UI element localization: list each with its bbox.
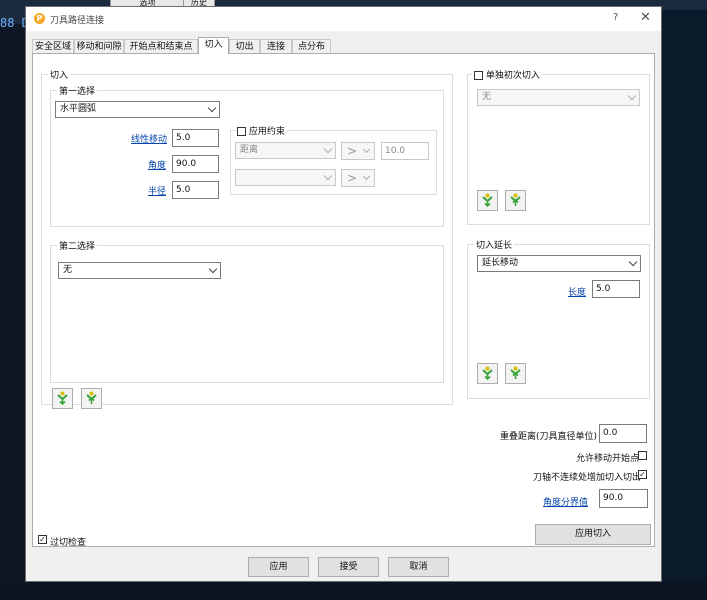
angle-label[interactable]: 角度 — [148, 158, 166, 171]
length-input[interactable]: 5.0 — [592, 280, 640, 298]
linear-move-input[interactable]: 5.0 — [172, 129, 219, 147]
chevron-down-icon — [208, 264, 218, 274]
extension-type-value: 延长移动 — [482, 258, 519, 268]
swap-down-icon — [57, 391, 68, 406]
allow-move-start-checkbox[interactable] — [638, 451, 647, 460]
leadin-group-title: 切入 — [48, 68, 71, 81]
chevron-down-icon — [362, 172, 371, 181]
angle-input[interactable]: 90.0 — [172, 155, 219, 173]
constraint-header: 应用约束 — [235, 124, 287, 137]
constraint-group: 应用约束 距离 > 10.0 > — [230, 124, 437, 195]
constraint-operator-select[interactable]: > — [341, 142, 375, 160]
constraint-type-value: 距离 — [240, 145, 259, 155]
swap-up-button[interactable] — [81, 388, 102, 409]
separate-first-header: 单独初次切入 — [472, 68, 542, 81]
background-status-text: 88 DD — [0, 16, 26, 30]
help-button[interactable]: ? — [613, 12, 618, 23]
constraint-value-input[interactable]: 10.0 — [381, 142, 429, 160]
first-choice-title: 第一选择 — [57, 84, 98, 97]
separate-first-type-value: 无 — [482, 92, 492, 102]
close-button[interactable]: ✕ — [640, 10, 651, 25]
swap-up-icon — [510, 366, 521, 379]
second-choice-type-value: 无 — [63, 265, 73, 275]
second-choice-type-select[interactable]: 无 — [58, 262, 221, 279]
tab-moves-and-gaps[interactable]: 移动和间隙 — [74, 39, 124, 53]
constraint-type-select[interactable]: 距离 — [235, 142, 336, 159]
chevron-down-icon — [323, 144, 333, 154]
background-bottom — [0, 582, 707, 600]
add-leadin-checkbox[interactable]: ✓ — [638, 470, 647, 479]
allow-move-start-label: 允许移动开始点 — [576, 454, 640, 464]
overlap-distance-label: 重叠距离(刀具直径单位) — [500, 432, 598, 442]
apply-constraint-label: 应用约束 — [248, 127, 285, 137]
operator-value: > — [347, 144, 358, 158]
apply-constraint-checkbox[interactable] — [237, 127, 246, 136]
linear-move-label[interactable]: 线性移动 — [131, 132, 167, 145]
overlap-distance-input[interactable]: 0.0 — [599, 424, 647, 443]
leadin-tab-page: 切入 第一选择 水平圆弧 线性移动 5.0 角度 90.0 半径 5.0 应用约… — [32, 53, 655, 548]
separate-swap-up-button[interactable] — [505, 190, 526, 211]
chevron-down-icon — [627, 91, 637, 101]
swap-up-icon — [510, 193, 521, 206]
tab-start-end-points[interactable]: 开始点和结束点 — [124, 39, 198, 53]
length-label[interactable]: 长度 — [568, 285, 586, 298]
swap-up-icon — [86, 391, 97, 404]
chevron-down-icon — [323, 171, 333, 181]
leadin-extension-title: 切入延长 — [474, 238, 515, 251]
apply-button[interactable]: 应用 — [248, 557, 309, 577]
tab-links[interactable]: 连接 — [260, 39, 292, 53]
cancel-button[interactable]: 取消 — [388, 557, 449, 577]
extension-type-select[interactable]: 延长移动 — [477, 255, 641, 272]
swap-down-icon — [482, 193, 493, 208]
angle-threshold-label[interactable]: 角度分界值 — [543, 495, 588, 508]
tab-leadout[interactable]: 切出 — [229, 39, 260, 53]
extension-swap-down-button[interactable] — [477, 363, 498, 384]
second-choice-title: 第二选择 — [57, 239, 98, 252]
dialog-titlebar: P 刀具路径连接 ? ✕ — [26, 7, 661, 31]
app-logo-icon: P — [34, 13, 45, 24]
dialog-title: 刀具路径连接 — [50, 16, 105, 26]
first-choice-type-value: 水平圆弧 — [60, 104, 97, 114]
first-choice-group: 第一选择 水平圆弧 线性移动 5.0 角度 90.0 半径 5.0 应用约束 距… — [50, 84, 444, 227]
gouge-check-label: 过切检查 — [50, 538, 87, 548]
constraint-type-select-2[interactable] — [235, 169, 336, 186]
background-panel — [662, 10, 707, 600]
add-leadin-label: 刀轴不连续处增加切入切出 — [533, 473, 642, 483]
chevron-down-icon — [362, 145, 371, 154]
swap-down-button[interactable] — [52, 388, 73, 409]
constraint-operator-select-2[interactable]: > — [341, 169, 375, 187]
apply-leadin-button[interactable]: 应用切入 — [535, 524, 651, 545]
second-choice-group: 第二选择 无 — [50, 239, 444, 383]
angle-threshold-input[interactable]: 90.0 — [599, 489, 648, 508]
radius-input[interactable]: 5.0 — [172, 181, 219, 199]
leadin-group: 切入 第一选择 水平圆弧 线性移动 5.0 角度 90.0 半径 5.0 应用约… — [41, 68, 453, 409]
chevron-down-icon — [207, 103, 217, 113]
tab-safe-area[interactable]: 安全区域 — [32, 39, 74, 53]
separate-first-leadin-group: 单独初次切入 无 — [467, 68, 650, 225]
radius-label[interactable]: 半径 — [148, 184, 166, 197]
accept-button[interactable]: 接受 — [318, 557, 379, 577]
separate-first-label: 单独初次切入 — [485, 71, 540, 81]
extension-swap-up-button[interactable] — [505, 363, 526, 384]
separate-swap-down-button[interactable] — [477, 190, 498, 211]
separate-first-type-select[interactable]: 无 — [477, 89, 640, 106]
leadin-extension-group: 切入延长 延长移动 长度 5.0 — [467, 238, 650, 399]
swap-down-icon — [482, 366, 493, 381]
toolpath-connect-dialog: P 刀具路径连接 ? ✕ 安全区域 移动和间隙 开始点和结束点 切入 切出 连接… — [25, 6, 662, 582]
chevron-down-icon — [628, 257, 638, 267]
first-choice-type-select[interactable]: 水平圆弧 — [55, 101, 220, 118]
separate-first-checkbox[interactable] — [474, 71, 483, 80]
tab-leadin[interactable]: 切入 — [198, 37, 229, 54]
gouge-check-checkbox[interactable]: ✓ — [38, 535, 47, 544]
tab-point-distribution[interactable]: 点分布 — [292, 39, 331, 53]
operator-value-2: > — [347, 171, 358, 185]
